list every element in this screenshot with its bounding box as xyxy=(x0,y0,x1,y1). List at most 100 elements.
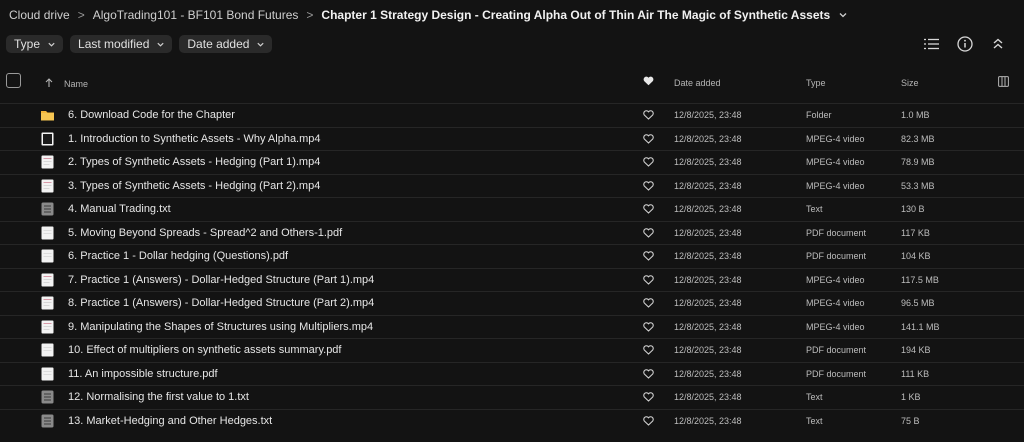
file-size: 1 KB xyxy=(901,392,921,402)
favourite-heart-icon[interactable] xyxy=(643,345,654,355)
column-header-name[interactable]: Name xyxy=(64,79,88,89)
pdf-icon xyxy=(41,367,54,381)
list-view-icon[interactable] xyxy=(923,35,940,52)
filter-bar: Type Last modified Date added xyxy=(6,35,273,53)
file-date-added: 12/8/2025, 23:48 xyxy=(674,392,742,402)
file-row[interactable]: 3. Types of Synthetic Assets - Hedging (… xyxy=(0,173,1024,198)
file-name[interactable]: 7. Practice 1 (Answers) - Dollar-Hedged … xyxy=(68,274,374,286)
file-row[interactable]: 9. Manipulating the Shapes of Structures… xyxy=(0,314,1024,339)
pdf-icon xyxy=(41,226,54,240)
text-file-icon xyxy=(41,202,54,216)
file-name[interactable]: 10. Effect of multipliers on synthetic a… xyxy=(68,344,342,356)
breadcrumb-cloud-drive[interactable]: Cloud drive xyxy=(9,8,70,22)
file-name[interactable]: 12. Normalising the first value to 1.txt xyxy=(68,391,249,403)
filter-last-modified-label: Last modified xyxy=(78,37,150,51)
file-type: MPEG-4 video xyxy=(806,180,865,191)
collapse-icon[interactable] xyxy=(989,35,1006,52)
file-name[interactable]: 5. Moving Beyond Spreads - Spread^2 and … xyxy=(68,227,342,239)
file-size: 82.3 MB xyxy=(901,133,935,144)
favourite-heart-icon[interactable] xyxy=(643,298,654,308)
folder-icon xyxy=(41,108,54,122)
file-type: PDF document xyxy=(806,251,867,261)
favourite-heart-icon[interactable] xyxy=(643,251,654,261)
video-icon xyxy=(41,179,54,193)
file-size: 96.5 MB xyxy=(901,298,935,308)
favourite-heart-icon[interactable] xyxy=(643,110,654,120)
favourite-heart-icon[interactable] xyxy=(643,368,654,379)
file-row[interactable]: 8. Practice 1 (Answers) - Dollar-Hedged … xyxy=(0,291,1024,315)
file-name[interactable]: 6. Download Code for the Chapter xyxy=(68,109,235,121)
filter-date-added[interactable]: Date added xyxy=(179,35,273,53)
favourite-heart-icon[interactable] xyxy=(643,133,654,144)
video-icon-dark xyxy=(41,132,54,146)
file-name[interactable]: 4. Manual Trading.txt xyxy=(68,203,171,215)
video-icon xyxy=(41,273,54,287)
file-name[interactable]: 2. Types of Synthetic Assets - Hedging (… xyxy=(68,156,320,168)
sort-arrow-up-icon[interactable] xyxy=(45,78,53,87)
file-row[interactable]: 6. Practice 1 - Dollar hedging (Question… xyxy=(0,244,1024,268)
favourite-heart-icon[interactable] xyxy=(643,204,654,214)
file-name[interactable]: 8. Practice 1 (Answers) - Dollar-Hedged … xyxy=(68,297,374,309)
file-row[interactable]: 11. An impossible structure.pdf 12/8/2025… xyxy=(0,361,1024,386)
video-icon xyxy=(41,320,54,334)
breadcrumb: Cloud drive > AlgoTrading101 - BF101 Bon… xyxy=(0,0,848,30)
chevron-down-icon[interactable] xyxy=(838,10,848,20)
favourite-heart-icon[interactable] xyxy=(643,274,654,285)
breadcrumb-course-folder[interactable]: AlgoTrading101 - BF101 Bond Futures xyxy=(93,8,299,22)
file-type: MPEG-4 video xyxy=(806,321,865,332)
file-date-added: 12/8/2025, 23:48 xyxy=(674,227,742,238)
file-row[interactable]: 6. Download Code for the Chapter 12/8/202… xyxy=(0,103,1024,127)
file-row[interactable]: 4. Manual Trading.txt 12/8/2025, 23:48 Tex… xyxy=(0,197,1024,221)
file-row[interactable]: 1. Introduction to Synthetic Assets - Wh… xyxy=(0,126,1024,151)
file-name[interactable]: 1. Introduction to Synthetic Assets - Wh… xyxy=(68,133,321,145)
file-date-added: 12/8/2025, 23:48 xyxy=(674,180,742,191)
file-date-added: 12/8/2025, 23:48 xyxy=(674,345,742,355)
column-header-type[interactable]: Type xyxy=(806,78,826,88)
file-type: MPEG-4 video xyxy=(806,133,865,144)
file-date-added: 12/8/2025, 23:48 xyxy=(674,415,742,426)
file-date-added: 12/8/2025, 23:48 xyxy=(674,251,742,261)
file-name[interactable]: 3. Types of Synthetic Assets - Hedging (… xyxy=(68,180,320,192)
video-icon xyxy=(41,155,54,169)
file-row[interactable]: 2. Types of Synthetic Assets - Hedging (… xyxy=(0,150,1024,174)
select-all-checkbox[interactable] xyxy=(6,73,21,88)
filter-date-added-label: Date added xyxy=(187,37,250,51)
favourite-heart-icon[interactable] xyxy=(643,321,654,332)
favourite-heart-icon[interactable] xyxy=(643,227,654,238)
filter-type-label: Type xyxy=(14,37,41,51)
info-icon[interactable] xyxy=(956,35,973,52)
file-name[interactable]: 11. An impossible structure.pdf xyxy=(68,368,218,380)
file-row[interactable]: 10. Effect of multipliers on synthetic a… xyxy=(0,338,1024,362)
file-date-added: 12/8/2025, 23:48 xyxy=(674,157,742,167)
text-file-icon xyxy=(41,414,54,428)
favourite-heart-icon[interactable] xyxy=(643,415,654,426)
file-row[interactable]: 5. Moving Beyond Spreads - Spread^2 and … xyxy=(0,220,1024,245)
file-name[interactable]: 9. Manipulating the Shapes of Structures… xyxy=(68,321,373,333)
breadcrumb-separator: > xyxy=(306,8,314,22)
file-type: PDF document xyxy=(806,227,867,238)
breadcrumb-separator: > xyxy=(77,8,85,22)
file-name[interactable]: 6. Practice 1 - Dollar hedging (Question… xyxy=(68,250,288,262)
file-date-added: 12/8/2025, 23:48 xyxy=(674,110,742,120)
file-type: MPEG-4 video xyxy=(806,157,865,167)
favourite-heart-icon[interactable] xyxy=(643,392,654,402)
file-name[interactable]: 13. Market-Hedging and Other Hedges.txt xyxy=(68,415,272,427)
file-row[interactable]: 13. Market-Hedging and Other Hedges.txt 1… xyxy=(0,408,1024,433)
favourite-heart-icon[interactable] xyxy=(643,157,654,167)
favourite-heart-icon[interactable] xyxy=(643,180,654,191)
columns-settings-icon[interactable] xyxy=(998,76,1009,87)
filter-last-modified[interactable]: Last modified xyxy=(70,35,173,53)
file-size: 111 KB xyxy=(901,368,930,379)
filter-type[interactable]: Type xyxy=(6,35,64,53)
file-type: MPEG-4 video xyxy=(806,298,865,308)
column-header-size[interactable]: Size xyxy=(901,78,919,88)
file-size: 117 KB xyxy=(901,227,930,238)
file-date-added: 12/8/2025, 23:48 xyxy=(674,368,742,379)
file-size: 78.9 MB xyxy=(901,157,935,167)
favourite-heart-icon[interactable] xyxy=(643,76,654,86)
breadcrumb-current-folder[interactable]: Chapter 1 Strategy Design - Creating Alp… xyxy=(321,8,830,22)
file-row[interactable]: 12. Normalising the first value to 1.txt… xyxy=(0,385,1024,409)
file-row[interactable]: 7. Practice 1 (Answers) - Dollar-Hedged … xyxy=(0,267,1024,292)
column-header-date-added[interactable]: Date added xyxy=(674,78,721,88)
file-type: Text xyxy=(806,415,823,426)
